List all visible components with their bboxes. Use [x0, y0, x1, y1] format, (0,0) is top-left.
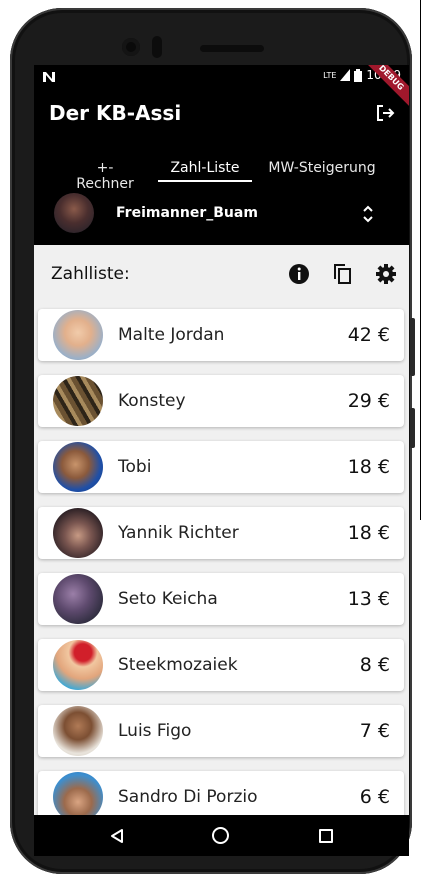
network-label: LTE — [323, 70, 337, 80]
earpiece-speaker — [200, 45, 264, 52]
list-item[interactable]: Tobi 18 € — [38, 441, 404, 493]
avatar — [53, 442, 103, 492]
battery-icon — [354, 68, 363, 82]
person-name: Sandro Di Porzio — [118, 787, 258, 807]
signal-icon — [340, 69, 351, 81]
tab-mw-steigerung[interactable]: MW-Steigerung — [267, 160, 377, 180]
avatar — [53, 574, 103, 624]
phone-frame: LTE 10:29 DEBUG Der KB-Assi +- Rechner Z… — [10, 8, 415, 874]
app-bar: Der KB-Assi — [34, 89, 409, 139]
amount: 8 € — [359, 654, 390, 676]
person-name: Steekmozaiek — [118, 655, 238, 675]
amount: 42 € — [347, 324, 390, 346]
list-item[interactable]: Steekmozaiek 8 € — [38, 639, 404, 691]
person-name: Tobi — [118, 457, 152, 477]
person-name: Malte Jordan — [118, 325, 225, 345]
page-edge-line — [420, 0, 421, 520]
avatar — [53, 706, 103, 756]
avatar — [53, 508, 103, 558]
avatar — [53, 376, 103, 426]
app-title: Der KB-Assi — [49, 101, 182, 125]
list-title: Zahlliste: — [51, 264, 130, 284]
person-name: Yannik Richter — [118, 523, 239, 543]
avatar — [53, 772, 103, 815]
system-nav-bar — [34, 815, 409, 856]
amount: 6 € — [359, 786, 390, 808]
group-name: Freimanner_Buam — [116, 205, 258, 221]
person-name: Luis Figo — [118, 721, 192, 741]
avatar — [53, 310, 103, 360]
status-bar: LTE 10:29 DEBUG — [34, 65, 409, 112]
tab-bar: +- Rechner Zahl-Liste MW-Steigerung — [34, 160, 409, 192]
group-avatar — [54, 193, 94, 233]
amount: 29 € — [347, 390, 390, 412]
home-icon[interactable] — [212, 827, 229, 844]
list-item[interactable]: Konstey 29 € — [38, 375, 404, 427]
copy-icon[interactable] — [331, 263, 353, 285]
front-camera — [122, 38, 140, 56]
sensor — [152, 36, 162, 58]
content-area: Zahlliste: Malte Jordan 42 € Konstey 29 … — [34, 245, 409, 815]
tab-zahl-liste[interactable]: Zahl-Liste — [158, 160, 252, 182]
amount: 18 € — [347, 522, 390, 544]
tab-rechner[interactable]: +- Rechner — [67, 160, 143, 196]
volume-button — [410, 318, 415, 376]
list-header: Zahlliste: — [34, 245, 409, 303]
list-item[interactable]: Sandro Di Porzio 6 € — [38, 771, 404, 815]
avatar — [53, 640, 103, 690]
power-button — [410, 408, 415, 448]
list-item[interactable]: Seto Keicha 13 € — [38, 573, 404, 625]
list-item[interactable]: Malte Jordan 42 € — [38, 309, 404, 361]
back-icon[interactable] — [109, 828, 125, 844]
amount: 13 € — [347, 588, 390, 610]
logout-icon[interactable] — [375, 103, 395, 123]
list-item[interactable]: Luis Figo 7 € — [38, 705, 404, 757]
person-name: Seto Keicha — [118, 589, 218, 609]
amount: 7 € — [359, 720, 390, 742]
notification-icon — [43, 72, 55, 82]
person-name: Konstey — [118, 391, 186, 411]
amount: 18 € — [347, 456, 390, 478]
screen: LTE 10:29 DEBUG Der KB-Assi +- Rechner Z… — [34, 65, 409, 856]
recents-icon[interactable] — [319, 829, 333, 843]
list-item[interactable]: Yannik Richter 18 € — [38, 507, 404, 559]
group-selector[interactable]: Freimanner_Buam — [34, 193, 409, 235]
info-icon[interactable] — [288, 263, 310, 285]
settings-icon[interactable] — [375, 263, 397, 285]
unfold-icon[interactable] — [361, 203, 375, 225]
